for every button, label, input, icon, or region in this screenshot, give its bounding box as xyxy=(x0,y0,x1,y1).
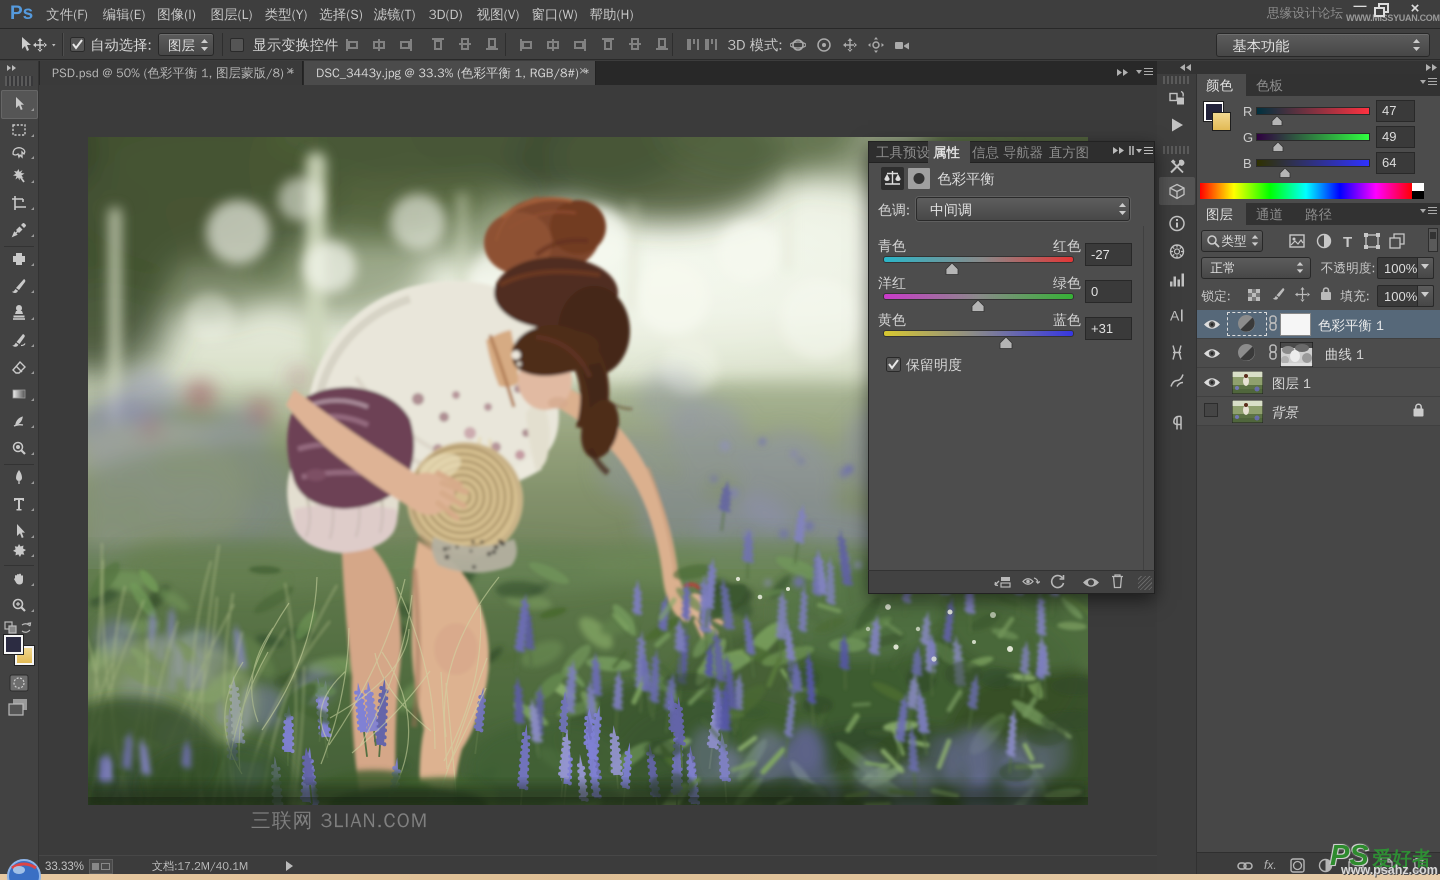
svg-text:T: T xyxy=(1343,234,1352,249)
svg-text:A: A xyxy=(1170,308,1180,324)
